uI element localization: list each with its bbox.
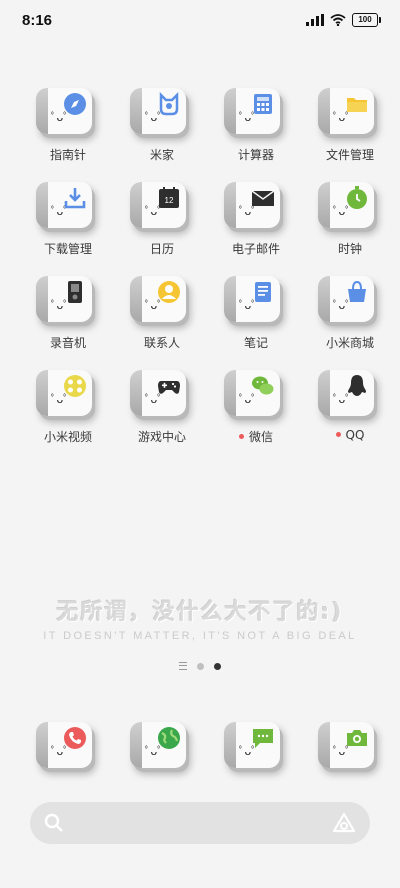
qq-icon	[348, 375, 366, 396]
status-time: 8:16	[22, 12, 53, 29]
search-icon[interactable]	[44, 813, 64, 833]
phone-icon	[64, 727, 86, 749]
notes-icon	[255, 282, 271, 302]
dock: ﾟᴗﾟ ﾟᴗﾟ ﾟᴗﾟ ﾟᴗﾟ	[0, 722, 400, 782]
app-row: ﾟᴗﾟ 指南针 ﾟᴗﾟ 米家 ﾟᴗﾟ 计算器 ﾟᴗﾟ 文件管理	[0, 88, 400, 178]
app-file-manager[interactable]: ﾟᴗﾟ 文件管理	[310, 88, 390, 173]
contacts-icon	[158, 281, 180, 303]
app-wechat[interactable]: ﾟᴗﾟ 微信	[216, 370, 296, 455]
mail-icon	[251, 190, 275, 206]
app-label: 录音机	[49, 336, 86, 350]
mi-video-icon	[64, 375, 86, 397]
app-row: ﾟᴗﾟ 下载管理 ﾟᴗﾟ 12 日历 ﾟᴗﾟ 电子邮件 ﾟᴗﾟ 时钟	[0, 182, 400, 272]
app-recorder[interactable]: ﾟᴗﾟ 录音机	[28, 276, 108, 361]
download-icon	[64, 188, 86, 209]
app-compass[interactable]: ﾟᴗﾟ 指南针	[28, 88, 108, 173]
calculator-icon	[254, 94, 272, 114]
page-dot-active[interactable]	[214, 662, 221, 670]
app-label: 文件管理	[325, 148, 374, 162]
app-label: 时钟	[337, 242, 362, 256]
messages-icon	[253, 729, 273, 748]
app-label: 计算器	[237, 148, 274, 162]
dock-messages[interactable]: ﾟᴗﾟ	[216, 722, 296, 807]
clock-icon	[347, 186, 367, 209]
battery-icon: 100	[352, 13, 381, 27]
app-game-center[interactable]: ﾟᴗﾟ 游戏中心	[122, 370, 202, 455]
status-bar: 8:16 100	[0, 0, 400, 40]
app-mi-video[interactable]: ﾟᴗﾟ 小米视频	[28, 370, 108, 455]
app-label: QQ	[306, 428, 394, 442]
app-label: 微信	[212, 428, 300, 445]
app-label: 电子邮件	[231, 242, 280, 256]
game-center-icon	[158, 381, 180, 394]
slogan-text: 无所谓，没什么大不了的:)	[56, 600, 344, 625]
app-row: ﾟᴗﾟ 录音机 ﾟᴗﾟ 联系人 ﾟᴗﾟ 笔记 ﾟᴗﾟ 小米商城	[0, 276, 400, 366]
dock-browser[interactable]: ﾟᴗﾟ	[122, 722, 202, 807]
app-label: 笔记	[243, 336, 268, 350]
app-label: 米家	[149, 148, 174, 162]
camera-icon	[347, 730, 367, 746]
mi-store-icon	[348, 280, 366, 302]
status-icons: 100	[306, 13, 381, 27]
notification-dot	[335, 432, 341, 437]
app-mi-store[interactable]: ﾟᴗﾟ 小米商城	[310, 276, 390, 361]
app-email[interactable]: ﾟᴗﾟ 电子邮件	[216, 182, 296, 267]
mijia-icon	[159, 92, 179, 116]
notification-dot	[238, 434, 244, 439]
app-label: 游戏中心	[137, 430, 186, 444]
app-qq[interactable]: ﾟᴗﾟ QQ	[310, 370, 390, 455]
app-label: 联系人	[143, 336, 180, 350]
wifi-icon	[330, 14, 346, 26]
signal-icon	[306, 14, 324, 26]
app-label: 小米商城	[325, 336, 374, 350]
app-label: 日历	[149, 242, 174, 256]
app-calculator[interactable]: ﾟᴗﾟ 计算器	[216, 88, 296, 173]
app-label: 指南针	[49, 148, 86, 162]
page-indicator[interactable]	[0, 662, 400, 670]
app-download-manager[interactable]: ﾟᴗﾟ 下载管理	[28, 182, 108, 267]
compass-icon	[64, 93, 86, 115]
calendar-day: 12	[165, 196, 174, 205]
dock-phone[interactable]: ﾟᴗﾟ	[28, 722, 108, 807]
slogan-subtext: IT DOESN'T MATTER, IT'S NOT A BIG DEAL	[43, 630, 357, 642]
app-label: 下载管理	[43, 242, 92, 256]
browser-icon	[158, 727, 180, 749]
recorder-icon	[68, 281, 82, 303]
page-dot[interactable]	[197, 662, 204, 670]
menu-icon[interactable]	[179, 662, 187, 670]
folder-icon	[347, 98, 367, 112]
app-notes[interactable]: ﾟᴗﾟ 笔记	[216, 276, 296, 361]
app-calendar[interactable]: ﾟᴗﾟ 12 日历	[122, 182, 202, 267]
app-clock[interactable]: ﾟᴗﾟ 时钟	[310, 182, 390, 267]
app-label: 小米视频	[43, 430, 92, 444]
wechat-icon	[252, 376, 274, 395]
app-mijia[interactable]: ﾟᴗﾟ 米家	[122, 88, 202, 173]
dock-camera[interactable]: ﾟᴗﾟ	[310, 722, 390, 807]
search-bar[interactable]	[30, 802, 370, 844]
assistant-icon[interactable]	[332, 811, 356, 835]
app-contacts[interactable]: ﾟᴗﾟ 联系人	[122, 276, 202, 361]
app-row: ﾟᴗﾟ 小米视频 ﾟᴗﾟ 游戏中心 ﾟᴗﾟ 微信 ﾟᴗﾟ QQ	[0, 370, 400, 460]
calendar-icon: 12	[159, 187, 179, 208]
